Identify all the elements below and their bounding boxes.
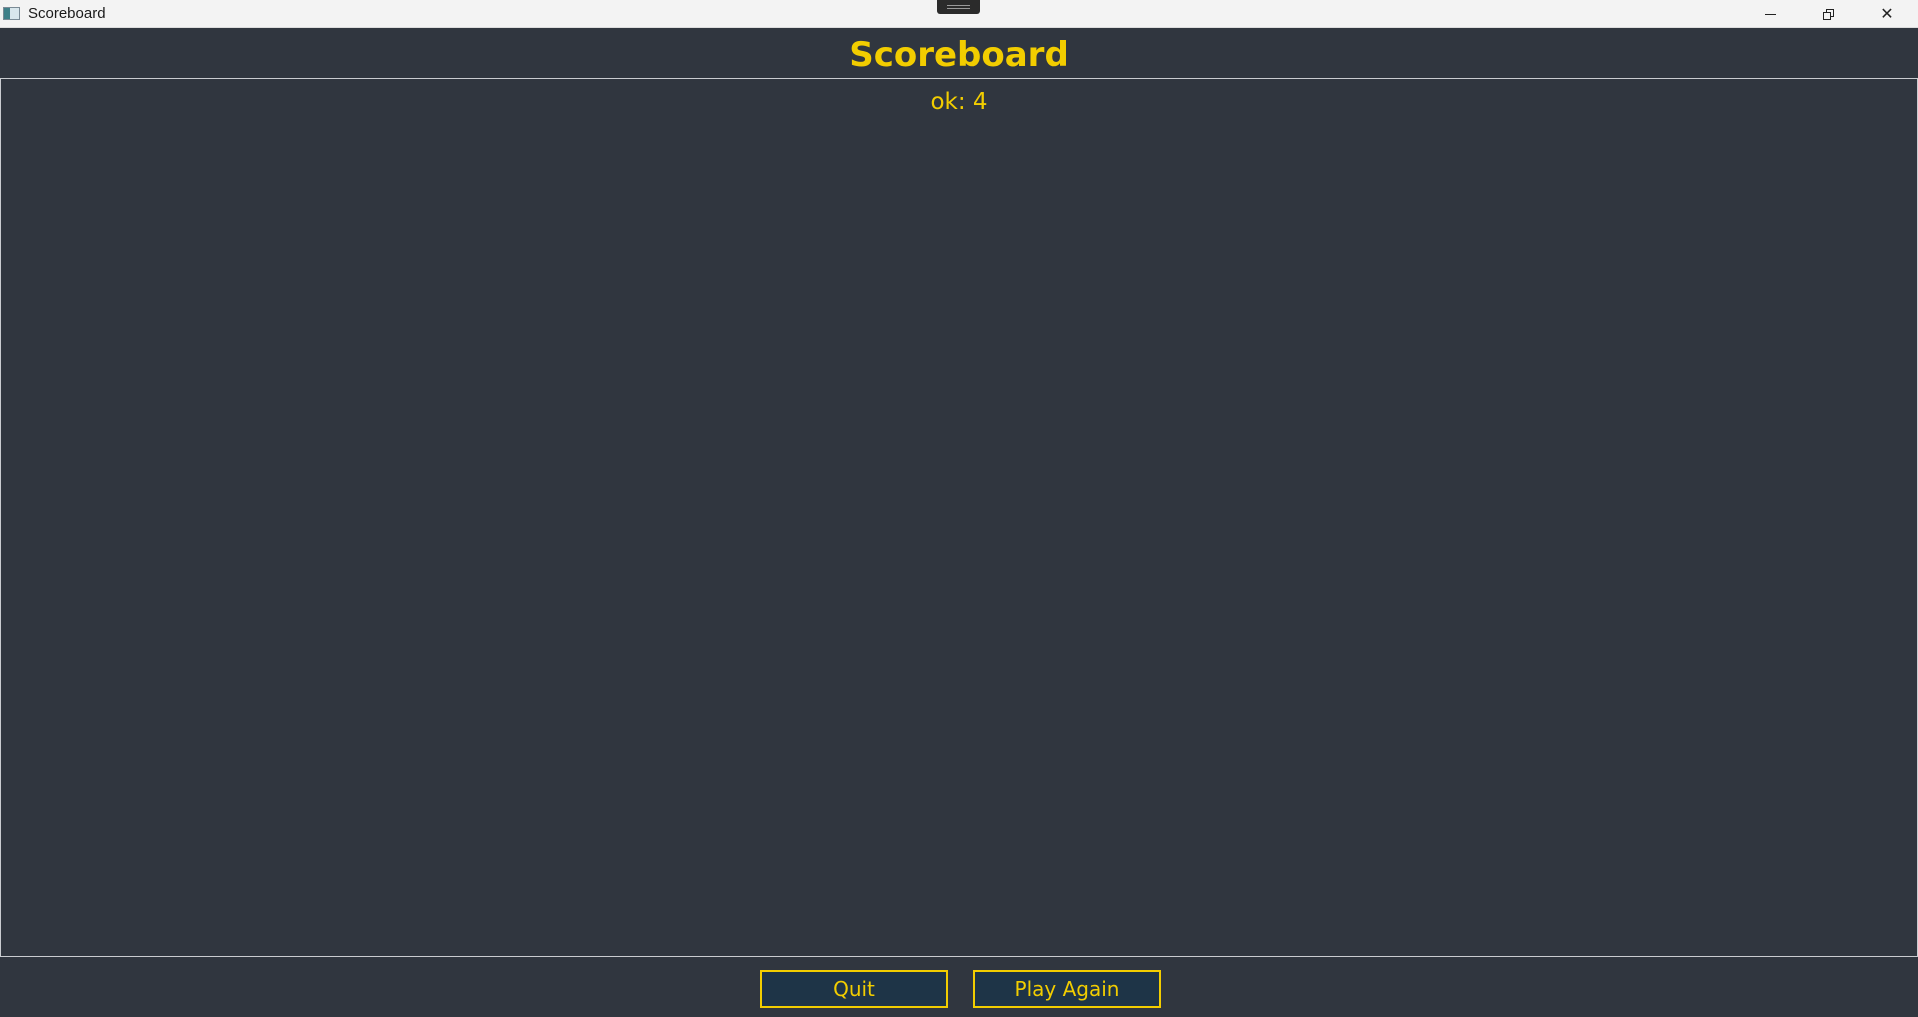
minimize-button[interactable] — [1741, 0, 1799, 28]
action-bar: Quit Play Again — [0, 957, 1918, 1017]
page-header: Scoreboard — [0, 28, 1918, 78]
drag-handle[interactable] — [937, 0, 980, 14]
scores-panel: ok: 4 — [0, 78, 1918, 957]
page-title: Scoreboard — [849, 35, 1069, 75]
restore-button[interactable] — [1799, 0, 1857, 28]
close-icon: ✕ — [1880, 6, 1894, 23]
window-title: Scoreboard — [28, 5, 106, 22]
minimize-icon — [1764, 13, 1776, 15]
restore-icon — [1822, 8, 1834, 20]
close-button[interactable]: ✕ — [1858, 0, 1916, 28]
app-icon — [3, 7, 20, 20]
score-entry: ok: 4 — [930, 89, 988, 115]
play-again-button[interactable]: Play Again — [973, 970, 1161, 1008]
quit-button[interactable]: Quit — [760, 970, 948, 1008]
window-titlebar[interactable]: Scoreboard ✕ — [0, 0, 1918, 28]
